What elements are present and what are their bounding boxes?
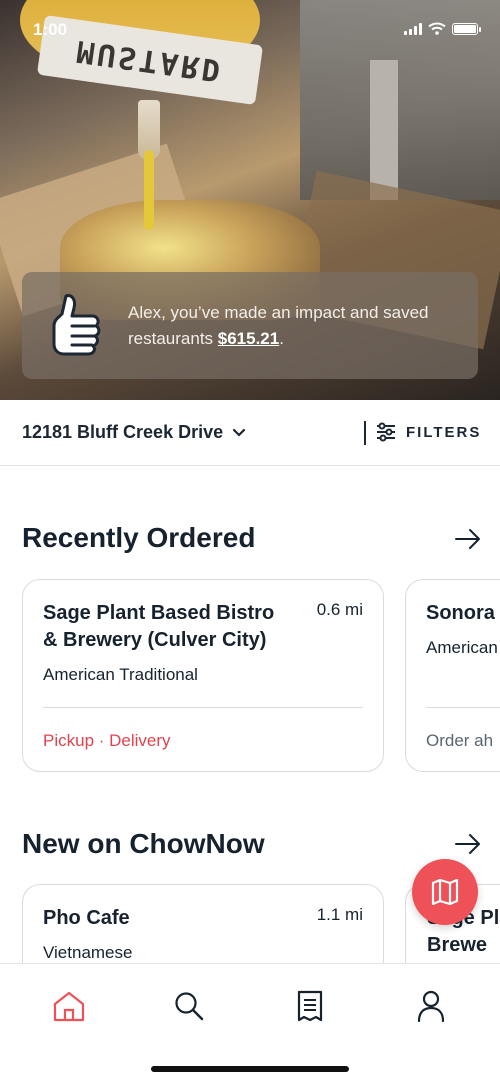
restaurant-card[interactable]: Sonora American Order ah — [405, 579, 500, 772]
signal-icon — [404, 22, 422, 35]
map-icon — [431, 879, 459, 905]
thumbs-up-icon — [52, 294, 101, 356]
home-icon — [53, 991, 85, 1022]
restaurant-cuisine: Vietnamese — [43, 943, 133, 962]
nav-home[interactable] — [49, 986, 89, 1026]
order-modes: Pickup · Delivery — [43, 731, 171, 750]
address-selector[interactable]: 12181 Bluff Creek Drive — [22, 422, 246, 443]
address-text: 12181 Bluff Creek Drive — [22, 422, 224, 442]
nav-orders[interactable] — [290, 986, 330, 1026]
impact-message: Alex, you’ve made an impact and saved re… — [128, 300, 458, 352]
orders-icon — [297, 990, 323, 1022]
card-divider — [43, 707, 363, 708]
restaurant-cuisine: American Traditional — [43, 665, 198, 684]
hero-background-post — [370, 60, 398, 200]
restaurant-distance: 1.1 mi — [316, 905, 363, 924]
battery-icon — [452, 22, 481, 35]
restaurant-card[interactable]: Sage Plant Based Bistro & Brewery (Culve… — [22, 579, 384, 772]
restaurant-name: Pho Cafe — [43, 907, 130, 929]
section-title-new-on-chownow: New on ChowNow — [22, 828, 265, 859]
nav-account[interactable] — [411, 986, 451, 1026]
location-bar: 12181 Bluff Creek Drive FILTERS — [0, 400, 500, 466]
status-time: 1:00 — [33, 20, 68, 39]
map-button[interactable] — [412, 859, 478, 925]
chevron-down-icon — [233, 428, 246, 437]
filters-label: FILTERS — [406, 423, 482, 441]
filters-icon — [377, 422, 395, 442]
mustard-stream — [144, 150, 154, 230]
restaurant-name: Sage Plant Based Bistro & Brewery (Culve… — [43, 602, 275, 651]
order-modes: Order ah — [426, 731, 494, 750]
account-icon — [417, 990, 445, 1022]
impact-amount[interactable]: $615.21 — [218, 329, 279, 348]
restaurant-name: Sonora — [426, 602, 495, 624]
nav-search[interactable] — [169, 986, 209, 1026]
divider — [364, 421, 366, 445]
arrow-right-icon[interactable] — [454, 527, 482, 551]
section-title-recently-ordered: Recently Ordered — [22, 522, 256, 553]
filters-button[interactable]: FILTERS — [376, 422, 481, 442]
status-bar: 1:00 — [0, 0, 500, 60]
restaurant-cuisine: American — [426, 638, 498, 657]
wifi-icon — [428, 22, 446, 35]
home-indicator — [151, 1066, 349, 1072]
arrow-right-icon[interactable] — [454, 832, 482, 856]
search-icon — [175, 992, 204, 1021]
card-divider — [426, 707, 500, 708]
bottom-nav — [0, 963, 500, 1083]
restaurant-distance: 0.6 mi — [316, 600, 363, 619]
impact-suffix: . — [279, 329, 284, 348]
status-icons — [404, 22, 481, 35]
